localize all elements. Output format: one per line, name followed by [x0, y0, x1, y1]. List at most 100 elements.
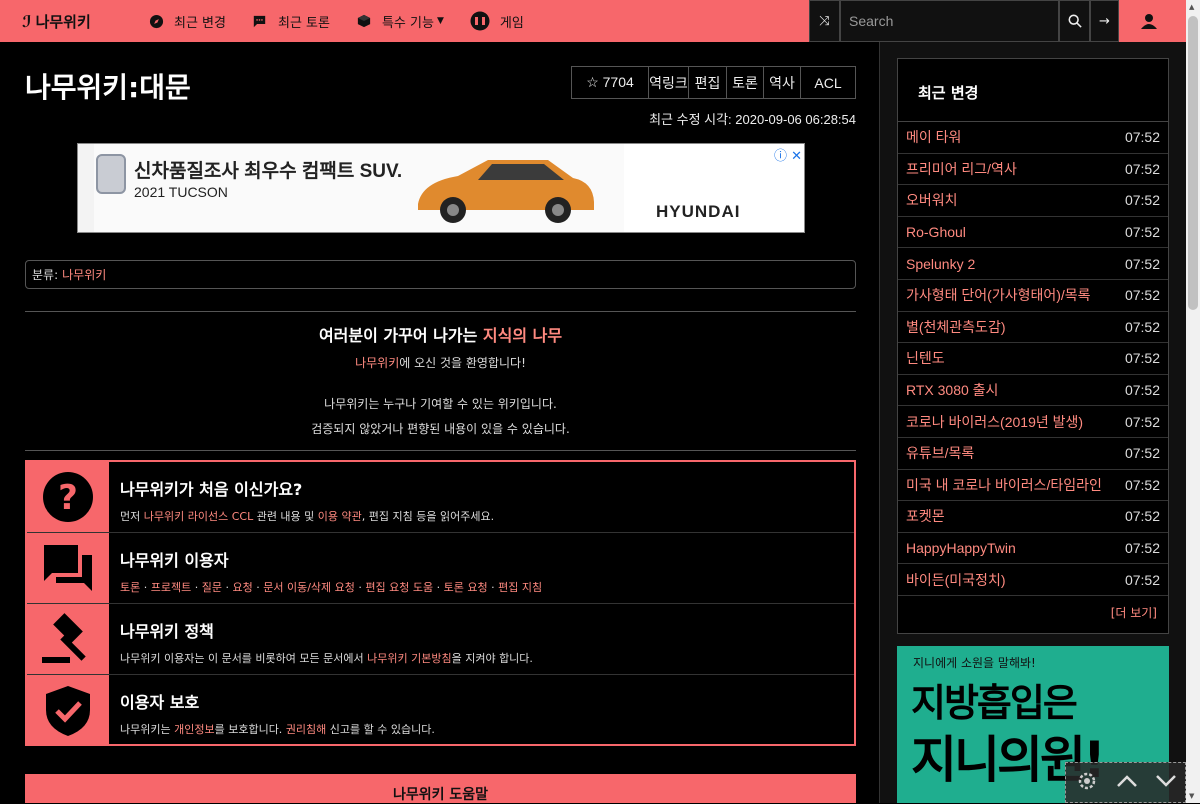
privacy-link[interactable]: 개인정보 — [174, 723, 214, 736]
scroll-up-arrow-icon[interactable]: ▲ — [1189, 3, 1194, 11]
community-link[interactable]: 질문 — [202, 581, 222, 594]
acl-button[interactable]: ACL — [801, 67, 855, 98]
guide-text: 나무위키 이용자는 이 문서를 비롯하여 모든 문서에서 — [120, 652, 368, 665]
user-menu-button[interactable] — [1121, 0, 1177, 42]
floating-controls — [1065, 762, 1186, 803]
terms-link[interactable]: 이용 약관 — [318, 510, 362, 523]
recent-change-title[interactable]: 미국 내 코로나 바이러스/타임라인 — [906, 475, 1102, 495]
recent-change-item[interactable]: 별(천체관측도감) 07:52 — [898, 312, 1168, 344]
nav-recent-discussions[interactable]: 최근 토론 — [252, 12, 330, 31]
edit-button[interactable]: 편집 — [689, 67, 727, 98]
recent-change-item[interactable]: 가사형태 단어(가사형태어)/목록 07:52 — [898, 280, 1168, 312]
scroll-bottom-chevron-down-icon[interactable] — [1155, 773, 1177, 792]
recent-change-item[interactable]: HappyHappyTwin 07:52 — [898, 533, 1168, 565]
recent-change-item[interactable]: Spelunky 2 07:52 — [898, 248, 1168, 280]
search-input[interactable] — [840, 0, 1059, 42]
search-icon — [1068, 14, 1082, 28]
recent-change-item[interactable]: 오버워치 07:52 — [898, 185, 1168, 217]
welcome-heading: 여러분이 가꾸어 나가는 지식의 나무 — [25, 322, 856, 346]
category-link[interactable]: 나무위키 — [62, 266, 106, 283]
community-link[interactable]: 편집 지침 — [498, 581, 542, 594]
nav-game[interactable]: 게임 — [470, 11, 524, 31]
recent-change-item[interactable]: 미국 내 코로나 바이러스/타임라인 07:52 — [898, 470, 1168, 502]
nav-recent-changes[interactable]: 최근 변경 — [148, 12, 226, 31]
community-link[interactable]: 프로젝트 — [151, 581, 191, 594]
recent-change-title[interactable]: 포켓몬 — [906, 506, 945, 526]
welcome-heading-text: 여러분이 가꾸어 나가는 — [318, 326, 483, 345]
recent-change-time: 07:52 — [1124, 224, 1160, 241]
license-link[interactable]: 나무위키 라이선스 CCL — [144, 510, 253, 523]
recent-change-title[interactable]: RTX 3080 출시 — [906, 380, 998, 400]
page-scrollbar[interactable]: ▲ ▼ — [1186, 0, 1200, 803]
random-shuffle-button[interactable]: ⤨ — [809, 0, 840, 42]
welcome-subtext-body: 에 오신 것을 환영합니다! — [399, 356, 526, 370]
recent-change-title[interactable]: 바이든(미국정치) — [906, 570, 1005, 590]
recent-change-time: 07:52 — [1124, 571, 1160, 588]
rights-link[interactable]: 권리침해 — [286, 723, 326, 736]
ad-close-icon[interactable]: ⓘ ✕ — [774, 145, 802, 164]
more-link[interactable]: [더 보기] — [1111, 604, 1157, 621]
recent-change-title[interactable]: 메이 타워 — [906, 127, 961, 147]
recent-change-title[interactable]: HappyHappyTwin — [906, 540, 1016, 556]
forum-icon — [27, 533, 109, 603]
logo[interactable]: ℐ 나무위키 — [22, 11, 122, 32]
recent-change-title[interactable]: 오버워치 — [906, 190, 958, 210]
welcome-heading-accent: 지식의 나무 — [482, 326, 563, 345]
recent-change-title[interactable]: 코로나 바이러스(2019년 발생) — [906, 412, 1083, 432]
guide-text: 먼저 — [120, 510, 144, 523]
scrollbar-thumb[interactable] — [1188, 16, 1198, 310]
gavel-icon — [27, 604, 109, 674]
community-link[interactable]: 토론 — [120, 581, 140, 594]
recent-change-item[interactable]: 포켓몬 07:52 — [898, 501, 1168, 533]
svg-text:?: ? — [58, 478, 78, 518]
settings-gear-icon[interactable] — [1075, 769, 1099, 797]
recent-change-item[interactable]: 메이 타워 07:52 — [898, 122, 1168, 154]
recent-change-time: 07:52 — [1124, 476, 1160, 493]
tree-logo-icon: ℐ — [22, 11, 32, 31]
recent-change-title[interactable]: Ro-Ghoul — [906, 224, 966, 240]
history-button[interactable]: 역사 — [764, 67, 801, 98]
discussion-button[interactable]: 토론 — [727, 67, 764, 98]
scroll-top-chevron-up-icon[interactable] — [1116, 773, 1138, 792]
recent-change-item[interactable]: 닌텐도 07:52 — [898, 343, 1168, 375]
star-button[interactable]: ☆ 7704 — [572, 67, 649, 98]
shuffle-icon: ⤨ — [819, 13, 830, 29]
nav-special-functions-label: 특수 기능 — [381, 15, 434, 31]
namuwiki-link[interactable]: 나무위키 — [355, 356, 399, 370]
backlinks-button[interactable]: 역링크 — [649, 67, 689, 98]
recent-change-item[interactable]: Ro-Ghoul 07:52 — [898, 217, 1168, 249]
recent-change-title[interactable]: 닌텐도 — [906, 348, 945, 368]
go-button[interactable]: → — [1090, 0, 1119, 42]
banner-ad[interactable]: 신차품질조사 최우수 컴팩트 SUV. 2021 TUCSON HYUNDAI … — [77, 143, 805, 233]
community-link[interactable]: 토론 요청 — [444, 581, 488, 594]
recent-change-item[interactable]: 유튜브/목록 07:52 — [898, 438, 1168, 470]
recent-change-title[interactable]: 유튜브/목록 — [906, 443, 974, 463]
recent-change-item[interactable]: RTX 3080 출시 07:52 — [898, 375, 1168, 407]
recent-change-item[interactable]: 프리미어 리그/역사 07:52 — [898, 154, 1168, 186]
recent-change-item[interactable]: 바이든(미국정치) 07:52 — [898, 564, 1168, 596]
recent-change-time: 07:52 — [1124, 382, 1160, 399]
recent-change-item[interactable]: 코로나 바이러스(2019년 발생) 07:52 — [898, 406, 1168, 438]
help-button[interactable]: 나무위키 도움말 — [25, 774, 856, 803]
community-link[interactable]: 문서 이동/삭제 요청 — [263, 581, 355, 594]
scroll-down-arrow-icon[interactable]: ▼ — [1189, 792, 1194, 800]
recent-changes-title: 최근 변경 — [898, 59, 1168, 122]
award-badge-icon — [96, 154, 126, 194]
ad-headline: 신차품질조사 최우수 컴팩트 SUV. — [134, 161, 403, 182]
star-count: ☆ 7704 — [586, 74, 634, 90]
recent-change-time: 07:52 — [1124, 255, 1160, 272]
recent-change-title[interactable]: 별(천체관측도감) — [906, 317, 1005, 337]
guide-title: 나무위키 이용자 — [120, 551, 229, 570]
search-button[interactable] — [1059, 0, 1090, 42]
recent-change-title[interactable]: 가사형태 단어(가사형태어)/목록 — [906, 285, 1091, 305]
divider — [25, 311, 856, 312]
recent-change-title[interactable]: 프리미어 리그/역사 — [906, 159, 1017, 179]
ad-brand: HYUNDAI — [656, 202, 741, 221]
cube-icon — [356, 13, 372, 29]
recent-change-time: 07:52 — [1124, 445, 1160, 462]
policy-link[interactable]: 나무위키 기본방침 — [367, 652, 451, 665]
recent-change-title[interactable]: Spelunky 2 — [906, 256, 975, 272]
community-link[interactable]: 요청 — [232, 581, 252, 594]
community-link[interactable]: 편집 요청 도움 — [365, 581, 433, 594]
nav-special-functions[interactable]: 특수 기능 ▼ — [356, 12, 444, 31]
